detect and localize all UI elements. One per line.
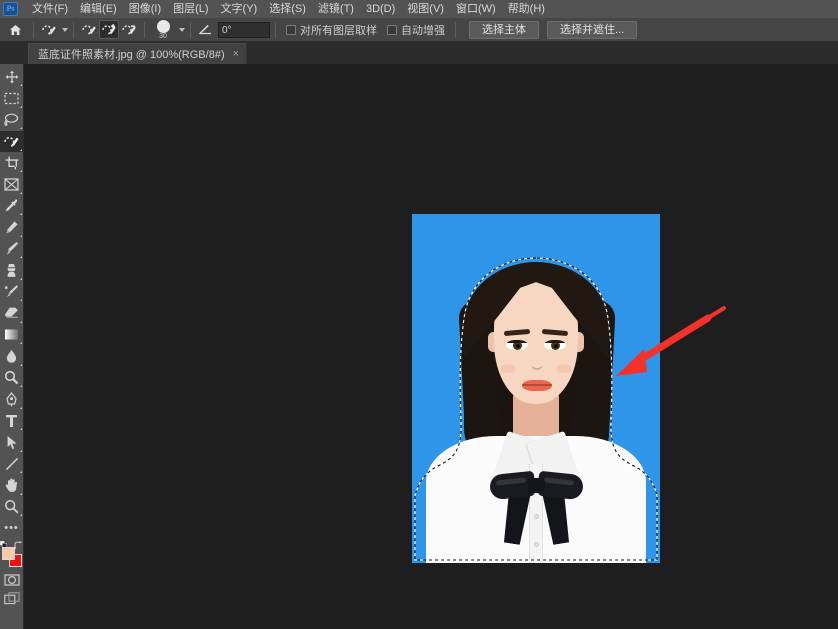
edit-toolbar-ellipsis[interactable]: •••	[0, 518, 24, 540]
quick-mask-mode-icon[interactable]	[0, 571, 24, 589]
canvas-area[interactable]	[24, 64, 838, 629]
quick-selection-tool-preset-icon[interactable]	[39, 20, 59, 39]
selection-add-icon[interactable]	[99, 20, 119, 39]
eyelash	[544, 340, 566, 343]
shirt-button	[533, 542, 539, 547]
auto-enhance-label: 自动增强	[401, 24, 445, 37]
auto-enhance-checkbox[interactable]: 自动增强	[387, 22, 445, 38]
checkbox-box-icon[interactable]	[286, 24, 296, 35]
blush-left	[500, 364, 516, 373]
options-separator-2	[73, 21, 74, 38]
menu-item-help[interactable]: 帮助(H)	[502, 0, 551, 18]
pen-tool[interactable]	[0, 389, 24, 411]
selection-new-icon[interactable]	[79, 20, 99, 39]
id-photo-blue-background[interactable]	[412, 214, 660, 563]
menu-item-select[interactable]: 选择(S)	[263, 0, 312, 18]
brush-size-value: 30	[159, 32, 167, 40]
menu-item-3d[interactable]: 3D(D)	[360, 0, 401, 18]
options-separator-3	[144, 21, 145, 38]
foreground-color-swatch[interactable]	[1, 547, 15, 560]
line-shape-tool[interactable]	[0, 453, 24, 475]
pupil	[515, 343, 520, 348]
brush-chevron-down-icon[interactable]	[179, 27, 185, 32]
select-and-mask-button[interactable]: 选择并遮住...	[547, 20, 638, 39]
lasso-tool[interactable]	[0, 109, 24, 131]
rectangular-marquee-tool[interactable]	[0, 88, 24, 110]
menu-item-edit[interactable]: 编辑(E)	[74, 0, 123, 18]
frame-tool[interactable]	[0, 174, 24, 196]
menu-item-window[interactable]: 窗口(W)	[450, 0, 502, 18]
blur-tool[interactable]	[0, 346, 24, 368]
home-icon[interactable]	[6, 24, 24, 36]
dodge-tool[interactable]	[0, 367, 24, 389]
bowtie-knot	[528, 478, 545, 493]
eyelash	[506, 340, 528, 343]
path-selection-tool[interactable]	[0, 432, 24, 454]
brush-tool[interactable]	[0, 238, 24, 260]
hand-tool[interactable]	[0, 475, 24, 497]
gradient-tool[interactable]	[0, 324, 24, 346]
blush-right	[556, 364, 572, 373]
menu-item-layer[interactable]: 图层(L)	[167, 0, 214, 18]
tool-preset-chevron-down-icon[interactable]	[62, 27, 68, 32]
spot-healing-brush-tool[interactable]	[0, 217, 24, 239]
pupil	[553, 343, 558, 348]
menu-item-file[interactable]: 文件(F)	[26, 0, 74, 18]
angle-input[interactable]: 0°	[218, 21, 270, 38]
menu-bar: Ps 文件(F) 编辑(E) 图像(I) 图层(L) 文字(Y) 选择(S) 滤…	[0, 0, 838, 18]
selection-subtract-icon[interactable]	[119, 20, 139, 39]
nose	[531, 354, 543, 370]
quick-selection-tool[interactable]	[0, 130, 24, 152]
type-tool[interactable]	[0, 410, 24, 432]
shirt-button	[533, 514, 539, 519]
options-separator-4	[190, 21, 191, 38]
brush-tip-icon	[156, 19, 170, 33]
screen-mode-icon[interactable]	[0, 589, 24, 607]
crop-tool[interactable]	[0, 152, 24, 174]
swap-colors-icon	[13, 541, 22, 550]
menu-item-image[interactable]: 图像(I)	[123, 0, 167, 18]
select-subject-button[interactable]: 选择主体	[469, 20, 539, 39]
menu-item-type[interactable]: 文字(Y)	[215, 0, 264, 18]
photo-content	[412, 214, 660, 563]
history-brush-tool[interactable]	[0, 281, 24, 303]
options-separator-1	[33, 21, 34, 38]
sample-all-layers-label: 对所有图层取样	[300, 24, 377, 37]
menu-item-filter[interactable]: 滤镜(T)	[312, 0, 360, 18]
eraser-tool[interactable]	[0, 303, 24, 325]
color-swatches[interactable]	[0, 541, 24, 571]
eyedropper-tool[interactable]	[0, 195, 24, 217]
document-tab[interactable]: 蓝底证件照素材.jpg @ 100%(RGB/8#) ×	[28, 43, 248, 64]
ellipsis-icon: •••	[4, 522, 19, 535]
options-separator-5	[275, 21, 276, 38]
brush-size-preview[interactable]: 30	[150, 19, 176, 41]
photoshop-logo-icon: Ps	[3, 2, 18, 16]
angle-icon	[196, 20, 216, 39]
eye-left	[506, 340, 528, 350]
options-bar: 30 0° 对所有图层取样 自动增强 选择主体 选择并遮住...	[0, 18, 838, 42]
checkbox-box-icon[interactable]	[387, 24, 397, 35]
lip-line	[522, 384, 552, 386]
document-tab-title: 蓝底证件照素材.jpg @ 100%(RGB/8#)	[38, 49, 225, 61]
document-tab-bar: 蓝底证件照素材.jpg @ 100%(RGB/8#) ×	[0, 42, 838, 64]
options-separator-6	[455, 21, 456, 38]
clone-stamp-tool[interactable]	[0, 260, 24, 282]
close-icon[interactable]: ×	[233, 48, 239, 60]
menu-item-view[interactable]: 视图(V)	[401, 0, 450, 18]
photoshop-window: Ps 文件(F) 编辑(E) 图像(I) 图层(L) 文字(Y) 选择(S) 滤…	[0, 0, 838, 629]
zoom-tool[interactable]	[0, 496, 24, 518]
move-tool[interactable]	[0, 66, 24, 88]
sample-all-layers-checkbox[interactable]: 对所有图层取样	[286, 22, 377, 38]
eye-right	[544, 340, 566, 350]
tools-panel: •••	[0, 64, 24, 629]
